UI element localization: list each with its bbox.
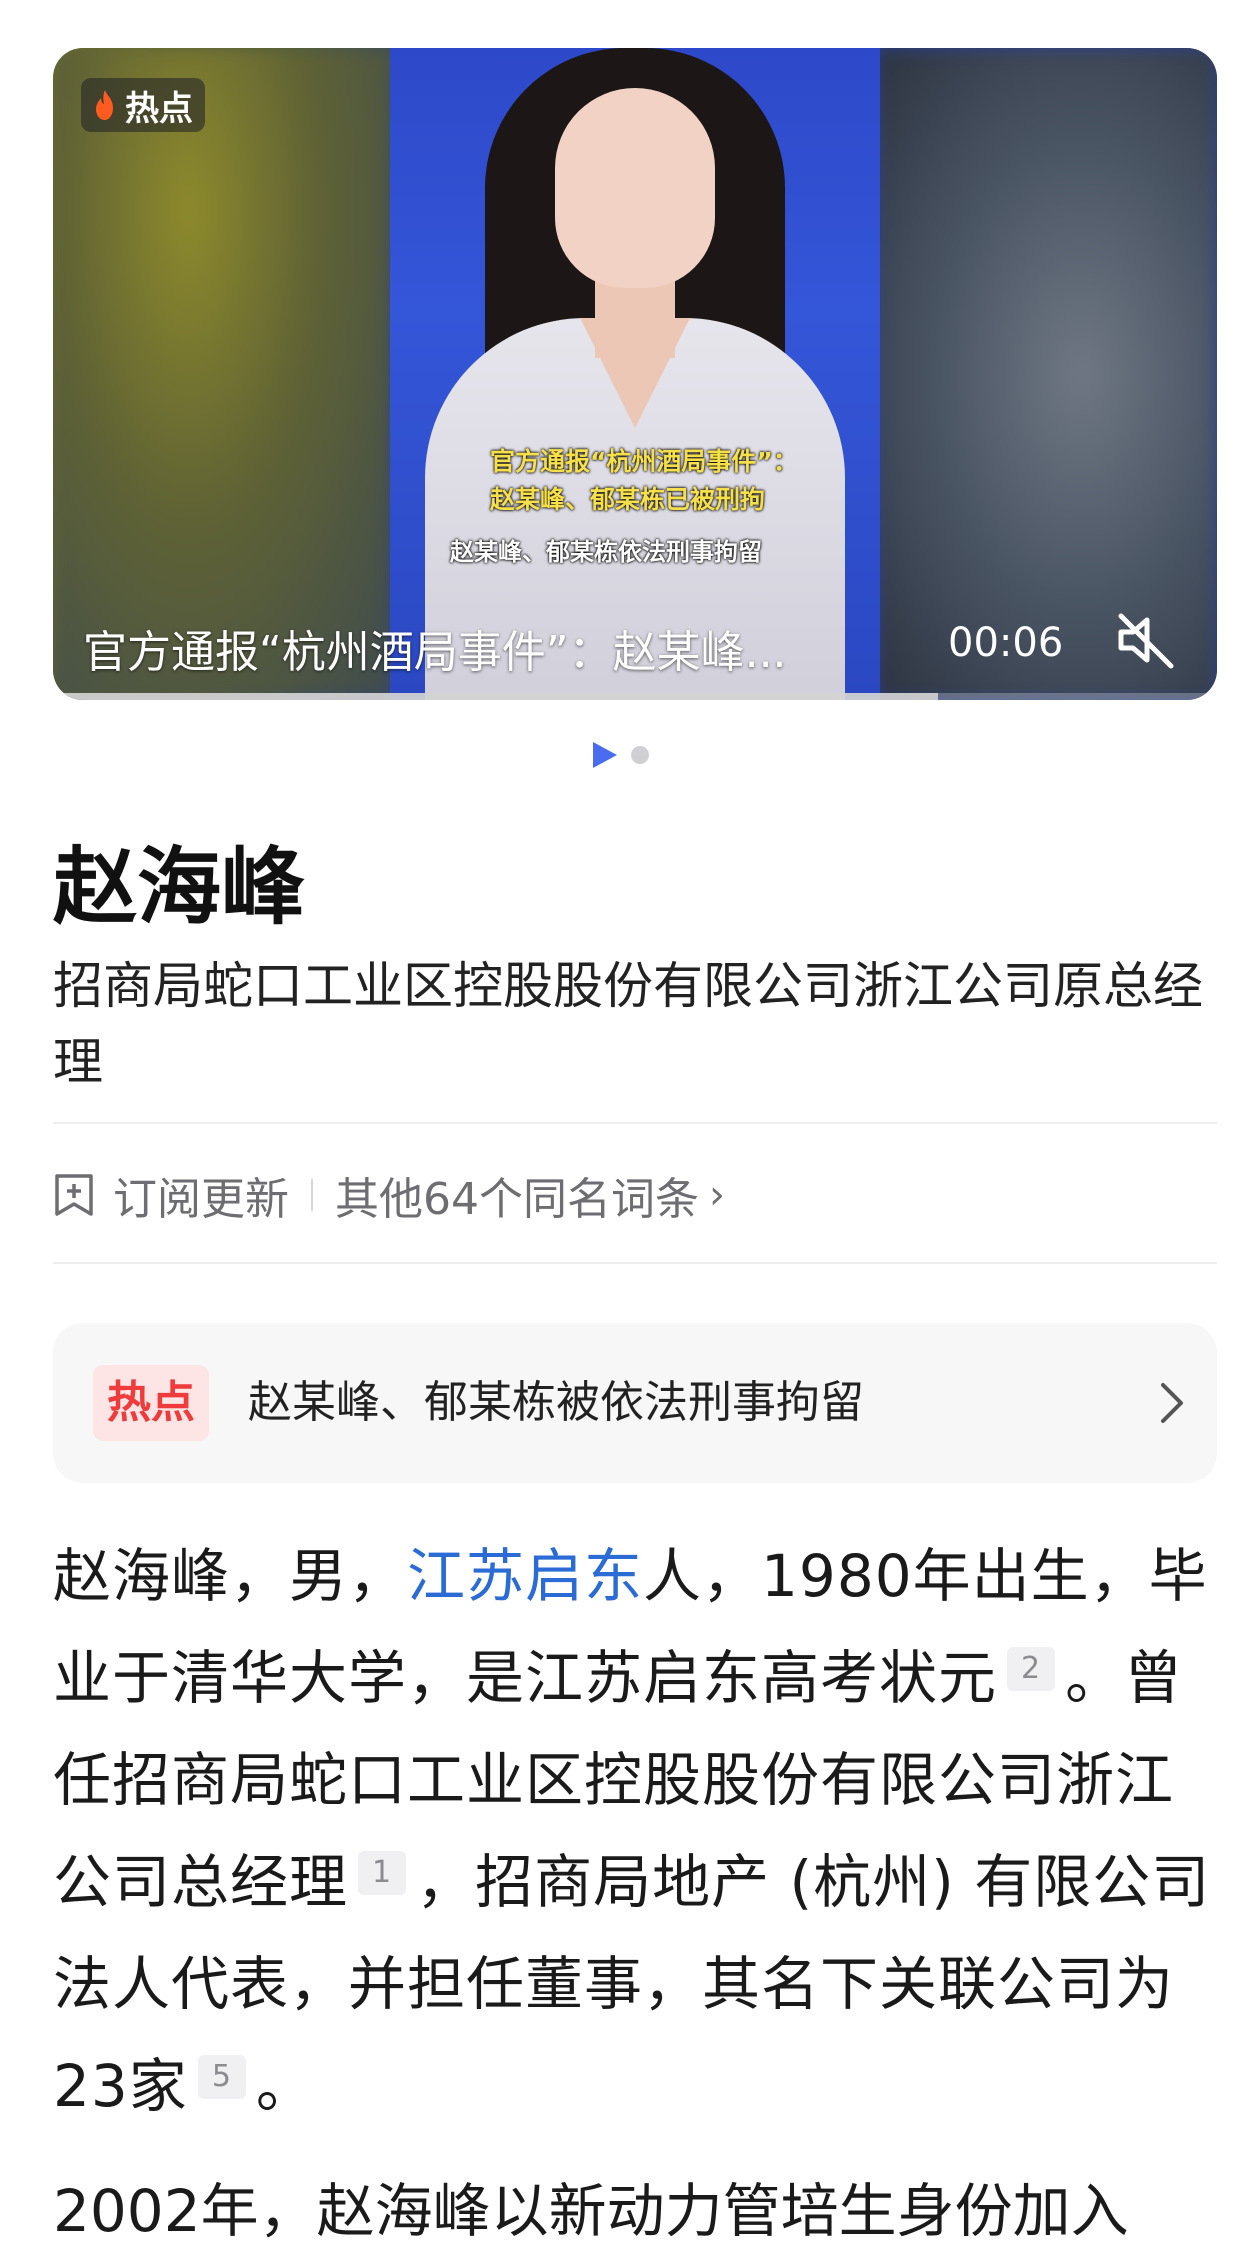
caption-line-1: 官方通报“杭州酒局事件”： — [490, 447, 798, 476]
anchor-face — [555, 88, 715, 288]
divider-top — [53, 1122, 1217, 1124]
hot-badge-label: 热点 — [125, 88, 193, 129]
entry-subtitle: 招商局蛇口工业区控股股份有限公司浙江公司原总经理 — [53, 957, 1203, 1091]
subscribe-icon[interactable] — [53, 1172, 95, 1218]
video-duration: 00:06 — [948, 620, 1064, 666]
pager-dot[interactable] — [631, 746, 649, 764]
caption-line-2: 赵某峰、郁某栋已被刑拘 — [490, 485, 766, 514]
hot-news-bar[interactable]: 热点 赵某峰、郁某栋被依法刑事拘留 — [53, 1323, 1217, 1483]
entry-paragraph-2: 2002年，赵海峰以新动力管培生身份加入 — [53, 2177, 1129, 2245]
entry-actions: 订阅更新 其他64个同名词条 › — [53, 1163, 725, 1227]
video-caption-sub: 赵某峰、郁某栋依法刑事拘留 — [450, 538, 762, 566]
chevron-right-icon[interactable] — [1155, 1379, 1187, 1427]
video-blur-left — [53, 48, 393, 700]
entry-summary: 赵海峰，男，江苏启东人，1980年出生，毕业于清华大学，是江苏启东高考状元 2 。曾… — [53, 1525, 1223, 2137]
reference-marker[interactable]: 1 — [358, 1851, 407, 1895]
summary-text-a: 赵海峰，男， — [53, 1542, 408, 1610]
video-title[interactable]: 官方通报“杭州酒局事件”：赵某峰... — [83, 616, 903, 680]
entry-title: 赵海峰 — [53, 838, 306, 936]
carousel-pager — [593, 742, 649, 768]
subscribe-button[interactable]: 订阅更新 — [113, 1163, 289, 1227]
video-caption-yellow: 官方通报“杭州酒局事件”： 赵某峰、郁某栋已被刑拘 — [490, 443, 798, 519]
video-frame: 官方通报“杭州酒局事件”： 赵某峰、郁某栋已被刑拘 赵某峰、郁某栋依法刑事拘留 — [390, 48, 880, 700]
hot-news-text[interactable]: 赵某峰、郁某栋被依法刑事拘留 — [248, 1371, 864, 1435]
fire-icon — [96, 90, 113, 120]
other-entries-link[interactable]: 其他64个同名词条 — [335, 1163, 699, 1227]
video-progress-bar[interactable] — [53, 693, 1217, 700]
actions-separator — [311, 1179, 313, 1211]
reference-marker[interactable]: 5 — [197, 2055, 246, 2099]
chevron-right-icon[interactable]: › — [709, 1172, 725, 1218]
hot-news-tag: 热点 — [93, 1365, 209, 1441]
video-progress-fill — [53, 693, 938, 700]
divider-bottom — [53, 1262, 1217, 1264]
reference-marker[interactable]: 2 — [1007, 1647, 1056, 1691]
hot-badge: 热点 — [81, 78, 205, 132]
summary-text-e: 。 — [255, 2052, 315, 2120]
video-player[interactable]: 官方通报“杭州酒局事件”： 赵某峰、郁某栋已被刑拘 赵某峰、郁某栋依法刑事拘留 … — [53, 48, 1217, 700]
pager-active-play-icon[interactable] — [593, 742, 617, 768]
anchor-collar — [580, 318, 690, 428]
video-blur-right — [877, 48, 1217, 700]
mute-icon[interactable] — [1113, 608, 1177, 672]
hometown-link[interactable]: 江苏启东 — [407, 1542, 643, 1610]
